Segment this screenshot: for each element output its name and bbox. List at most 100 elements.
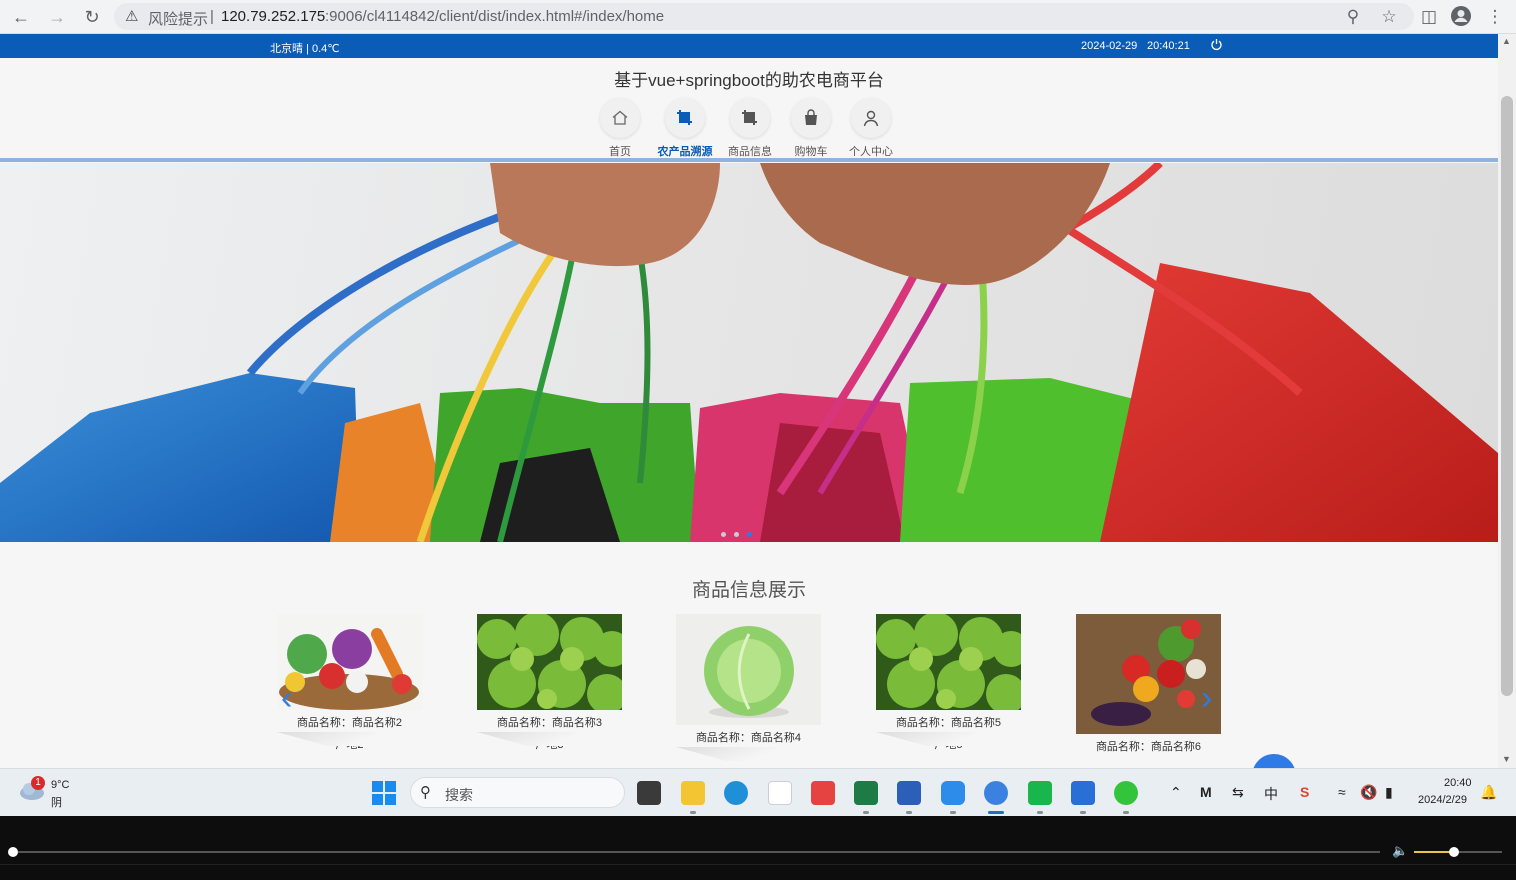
scrollbar-thumb[interactable] (1501, 96, 1513, 696)
word-icon[interactable] (897, 781, 921, 805)
side-panel-icon[interactable]: ◫ (1418, 6, 1440, 28)
battery-icon[interactable]: ▮ (1385, 784, 1393, 801)
home-icon (600, 98, 640, 138)
player-controls-strip (0, 864, 1516, 880)
nav-label-traceability: 农产品溯源 (657, 146, 713, 158)
carousel-dot-active[interactable] (747, 532, 752, 537)
bookmark-star-icon[interactable]: ☆ (1378, 6, 1400, 28)
sync-icon[interactable]: ⇆ (1232, 784, 1244, 801)
web-page: 北京晴 | 0.4℃ 2024-02-29 20:40:21 基于vue+spr… (0, 34, 1498, 768)
bag-icon (791, 98, 831, 138)
product-image (477, 614, 622, 710)
user-icon (851, 98, 891, 138)
weather-widget[interactable]: 1 9°C 阴 (18, 776, 69, 809)
seek-handle[interactable] (8, 847, 18, 857)
scroll-up-icon[interactable]: ▲ (1502, 36, 1511, 46)
power-icon[interactable] (1210, 38, 1223, 54)
product-name: 商品名称：商品名称6 (1095, 741, 1202, 753)
banner-carousel[interactable] (0, 163, 1498, 542)
top-info-bar: 北京晴 | 0.4℃ 2024-02-29 20:40:21 (0, 34, 1498, 58)
floating-action-button[interactable] (1252, 754, 1296, 768)
nav-label-profile: 个人中心 (849, 146, 893, 158)
weather-text: 北京晴 | 0.4℃ (270, 43, 340, 55)
forward-icon[interactable]: → (46, 6, 68, 28)
back-icon[interactable]: ← (10, 6, 32, 28)
nav-item-traceability[interactable]: 农产品溯源 (655, 98, 715, 159)
video-player-icon[interactable] (941, 781, 965, 805)
zoom-icon[interactable]: ⚲ (1342, 6, 1364, 28)
nav-label-cart: 购物车 (794, 146, 828, 158)
photos-app-icon[interactable] (1071, 781, 1095, 805)
product-name: 商品名称：商品名称3 (496, 717, 603, 729)
wifi-icon[interactable]: ≈ (1338, 784, 1346, 800)
file-explorer-icon[interactable] (681, 781, 705, 805)
huawei-app-icon[interactable] (811, 781, 835, 805)
edge-browser-icon[interactable] (724, 781, 748, 805)
search-placeholder: 搜索 (445, 787, 473, 803)
seek-track[interactable] (18, 851, 1380, 853)
product-image (277, 614, 422, 710)
carousel-prev-arrow[interactable]: ‹ (281, 679, 292, 718)
product-card[interactable]: 商品名称：商品名称5 产地5 (876, 614, 1021, 752)
product-image (1076, 614, 1221, 734)
security-warning-label: 风险提示 (148, 11, 209, 28)
banner-image (0, 163, 1498, 542)
volume-muted-icon[interactable]: 🔇 (1360, 784, 1377, 801)
taskbar-search-box[interactable]: ⚲ 搜索 (410, 777, 625, 808)
crop-icon (665, 98, 705, 138)
volume-icon[interactable]: 🔈 (1392, 843, 1408, 859)
mail-app-icon[interactable] (768, 781, 792, 805)
wechat-icon[interactable] (1114, 781, 1138, 805)
taskbar: 1 9°C 阴 ⚲ 搜索 ⌃ M ⇆ 中 S ≈ 🔇 ▮ 20:40 2024/… (0, 768, 1516, 816)
site-title: 基于vue+springboot的助农电商平台 (614, 71, 884, 90)
product-name: 商品名称：商品名称4 (695, 732, 802, 744)
clock-date[interactable]: 2024/2/29 (1418, 794, 1467, 806)
windows-start-icon[interactable] (372, 781, 396, 810)
time-text: 20:40:21 (1147, 40, 1190, 52)
profile-avatar-icon[interactable] (1450, 5, 1472, 27)
date-text: 2024-02-29 (1081, 40, 1138, 52)
product-card[interactable]: 商品名称：商品名称6 (1076, 614, 1221, 754)
volume-handle[interactable] (1449, 847, 1459, 857)
product-card[interactable]: 商品名称：商品名称3 产地3 (477, 614, 622, 752)
volume-level (1414, 851, 1454, 853)
weather-temp: 9°C (51, 779, 70, 791)
scroll-down-icon[interactable]: ▼ (1502, 754, 1511, 764)
product-divider (676, 747, 821, 761)
sogou-ime-icon[interactable]: S (1300, 784, 1309, 800)
task-view-icon[interactable] (637, 781, 661, 805)
carousel-dot[interactable] (734, 532, 739, 537)
page-scrollbar[interactable]: ▲ ▼ (1498, 34, 1516, 768)
product-name: 商品名称：商品名称2 (296, 717, 403, 729)
browser-toolbar: ← → ↻ ⚠ 风险提示 | 120.79.252.175 :9006/cl41… (0, 0, 1516, 34)
product-name: 商品名称：商品名称5 (895, 717, 1002, 729)
chevron-up-icon[interactable]: ⌃ (1170, 784, 1182, 801)
nav-item-profile[interactable]: 个人中心 (841, 98, 901, 159)
nav-item-products[interactable]: 商品信息 (720, 98, 780, 159)
address-bar[interactable]: ⚠ 风险提示 | 120.79.252.175 :9006/cl4114842/… (114, 3, 1414, 30)
nav-item-cart[interactable]: 购物车 (781, 98, 841, 159)
input-method-icon[interactable]: 中 (1264, 784, 1278, 804)
product-card[interactable]: 商品名称：商品名称2 产地2 (277, 614, 422, 752)
nav-label-products: 商品信息 (728, 146, 772, 158)
url-path: :9006/cl4114842/client/dist/index.html#/… (325, 8, 665, 25)
clock-time[interactable]: 20:40 (1444, 777, 1472, 789)
notification-bell-icon[interactable]: 🔔 (1480, 784, 1497, 801)
tray-app-icon[interactable]: M (1200, 784, 1212, 800)
reload-icon[interactable]: ↻ (81, 6, 103, 28)
url-separator: | (210, 8, 214, 25)
menu-kebab-icon[interactable]: ⋮ (1484, 6, 1506, 28)
volume-track[interactable] (1454, 851, 1502, 853)
header-divider (0, 158, 1498, 162)
iqiyi-icon[interactable] (1028, 781, 1052, 805)
chrome-browser-icon[interactable] (984, 781, 1008, 805)
carousel-dot[interactable] (721, 532, 726, 537)
warning-icon: ⚠ (125, 8, 139, 25)
product-card[interactable]: 商品名称：商品名称4 (676, 614, 821, 761)
excel-icon[interactable] (854, 781, 878, 805)
product-image (676, 614, 821, 725)
nav-item-home[interactable]: 首页 (590, 98, 650, 159)
weather-desc: 阴 (51, 797, 62, 809)
notification-badge: 1 (31, 776, 45, 790)
carousel-next-arrow[interactable]: › (1201, 679, 1212, 718)
